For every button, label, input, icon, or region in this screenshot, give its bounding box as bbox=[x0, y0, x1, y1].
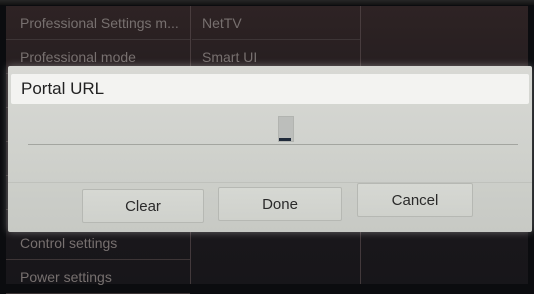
dialog-title: Portal URL bbox=[21, 79, 105, 98]
tv-bezel bbox=[0, 0, 534, 5]
menu-item-professional-settings[interactable]: Professional Settings m... bbox=[6, 6, 190, 40]
menu-item-nettv[interactable]: NetTV bbox=[192, 6, 360, 40]
portal-url-input[interactable] bbox=[28, 108, 518, 146]
cancel-button[interactable]: Cancel bbox=[357, 183, 473, 217]
text-cursor-underscore bbox=[279, 138, 291, 141]
menu-item-power-settings[interactable]: Power settings bbox=[6, 260, 190, 294]
clear-button[interactable]: Clear bbox=[82, 189, 204, 223]
portal-url-dialog: Portal URL Clear Done Cancel bbox=[8, 66, 532, 232]
done-button[interactable]: Done bbox=[218, 187, 342, 221]
dialog-header: Portal URL bbox=[11, 74, 529, 104]
input-underline bbox=[28, 144, 518, 145]
